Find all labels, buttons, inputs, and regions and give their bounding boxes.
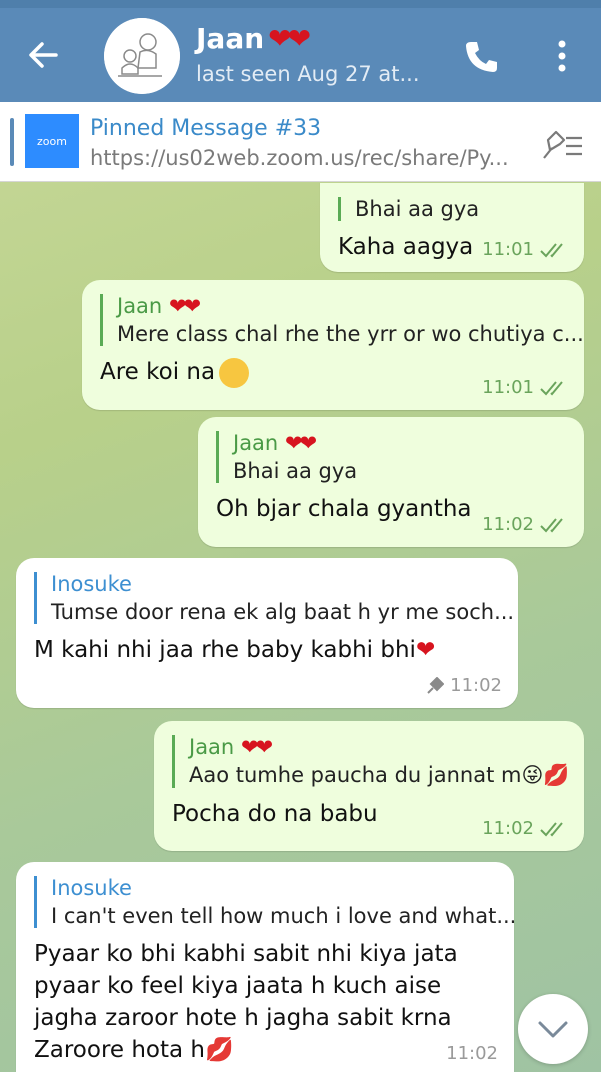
reply-quote-text: Bhai aa gya	[355, 197, 480, 221]
reply-quote[interactable]: Inosuke I can't even tell how much i lov…	[34, 876, 517, 928]
back-arrow-icon[interactable]	[26, 38, 60, 72]
message-meta: 11:02	[426, 675, 502, 696]
message-text-line: pyaar ko feel kiya jaata h kuch aise	[34, 973, 442, 999]
reply-quote[interactable]: Bhai aa gya	[338, 197, 566, 221]
reply-quote-author: Inosuke	[51, 572, 132, 596]
message-bubble-outgoing[interactable]: Bhai aa gya Kaha aagya 11:01	[320, 183, 584, 272]
message-meta: 11:02	[482, 514, 568, 535]
reply-quote-author: Jaan ❤❤	[189, 735, 566, 759]
heart-emoji: ❤	[415, 637, 436, 663]
kiss-mark-emoji: 💋	[205, 1037, 234, 1063]
pinned-list-icon[interactable]	[540, 128, 584, 162]
message-bubble-outgoing[interactable]: Jaan ❤❤ Mere class chal rhe the yrr or w…	[82, 280, 584, 410]
message-time: 11:01	[482, 239, 534, 260]
scroll-to-bottom-button[interactable]	[518, 994, 588, 1064]
phone-icon[interactable]	[462, 38, 500, 76]
message-text-content: Are koi na	[100, 359, 216, 385]
avatar-sketch-icon	[104, 18, 180, 94]
message-text-line: Pyaar ko bhi kabhi sabit nhi kiya jata	[34, 941, 458, 967]
last-seen-status: last seen Aug 27 at...	[196, 62, 420, 86]
message-time: 11:02	[446, 1043, 498, 1064]
reply-quote-text: Bhai aa gya	[233, 459, 358, 483]
message-time: 11:02	[482, 818, 534, 839]
reply-quote[interactable]: Jaan ❤❤ Bhai aa gya	[216, 431, 566, 483]
hearts-emoji: ❤❤	[268, 22, 311, 55]
hearts-emoji: ❤❤	[168, 294, 201, 318]
hearts-emoji: ❤❤	[240, 735, 273, 759]
contact-avatar[interactable]	[104, 18, 180, 94]
pinned-message-bar[interactable]: zoom Pinned Message #33 https://us02web.…	[0, 102, 601, 182]
message-meta: 11:02	[482, 818, 568, 839]
message-bubble-incoming[interactable]: Inosuke I can't even tell how much i lov…	[16, 862, 517, 1072]
message-text-line: jagha zaroor hote h jagha sabit krna	[34, 1005, 452, 1031]
chat-header: Jaan ❤❤ last seen Aug 27 at...	[0, 8, 601, 102]
reply-author-name: Jaan	[117, 294, 163, 318]
message-meta: 11:02	[446, 1043, 498, 1064]
more-vert-icon[interactable]	[550, 36, 574, 76]
double-check-icon	[540, 821, 563, 836]
reply-quote-text: Aao tumhe paucha du jannat m😜💋	[189, 763, 570, 788]
message-time: 11:02	[450, 675, 502, 696]
reply-author-name: Jaan	[233, 431, 279, 455]
message-bubble-outgoing[interactable]: Jaan ❤❤ Bhai aa gya Oh bjar chala gyanth…	[198, 417, 584, 547]
kiss-mark-emoji: 💋	[543, 763, 570, 787]
pinned-title: Pinned Message #33	[90, 116, 322, 141]
double-check-icon	[540, 242, 563, 257]
zoom-thumbnail: zoom	[25, 114, 79, 168]
reply-author-name: Jaan	[189, 735, 235, 759]
message-meta: 11:01	[482, 239, 568, 260]
reply-quote[interactable]: Jaan ❤❤ Mere class chal rhe the yrr or w…	[100, 294, 584, 346]
message-time: 11:01	[482, 377, 534, 398]
message-bubble-incoming[interactable]: Inosuke Tumse door rena ek alg baat h yr…	[16, 558, 518, 708]
message-text-content: M kahi nhi jaa rhe baby kabhi bhi	[34, 637, 416, 663]
message-text-line: Zaroore hota h💋	[34, 1034, 496, 1066]
message-text: M kahi nhi jaa rhe baby kabhi bhi❤	[34, 634, 500, 666]
reply-quote-author: Jaan ❤❤	[233, 431, 566, 455]
message-list[interactable]: Bhai aa gya Kaha aagya 11:01 Jaan ❤❤ Mer…	[0, 183, 601, 1072]
reply-quote-text: I can't even tell how much i love and wh…	[51, 904, 517, 928]
winking-tongue-emoji: 😜	[521, 763, 544, 787]
pin-icon	[427, 676, 445, 694]
pinned-indicator	[10, 118, 14, 166]
message-bubble-outgoing[interactable]: Jaan ❤❤ Aao tumhe paucha du jannat m😜💋 P…	[154, 721, 584, 851]
hugging-face-emoji	[219, 357, 250, 388]
pinned-text: https://us02web.zoom.us/rec/share/Py...	[90, 146, 509, 170]
double-check-icon	[540, 380, 563, 395]
reply-quote-text: Mere class chal rhe the yrr or wo chutiy…	[117, 322, 584, 346]
reply-quote-author: Jaan ❤❤	[117, 294, 566, 318]
reply-quote-text: Tumse door rena ek alg baat h yr me soch…	[51, 600, 515, 624]
reply-quote-content: Aao tumhe paucha du jannat m	[189, 763, 522, 787]
reply-quote[interactable]: Jaan ❤❤ Aao tumhe paucha du jannat m😜💋	[172, 735, 570, 788]
status-bar	[0, 0, 601, 8]
contact-name: Jaan	[196, 22, 265, 55]
reply-quote-author: Inosuke	[51, 876, 132, 900]
chat-title[interactable]: Jaan ❤❤	[196, 22, 311, 55]
message-meta: 11:01	[482, 377, 568, 398]
message-time: 11:02	[482, 514, 534, 535]
double-check-icon	[540, 517, 563, 532]
hearts-emoji: ❤❤	[284, 431, 317, 455]
reply-quote[interactable]: Inosuke Tumse door rena ek alg baat h yr…	[34, 572, 515, 624]
message-text-content: Zaroore hota h	[34, 1037, 206, 1063]
chevron-down-icon	[538, 1021, 568, 1038]
